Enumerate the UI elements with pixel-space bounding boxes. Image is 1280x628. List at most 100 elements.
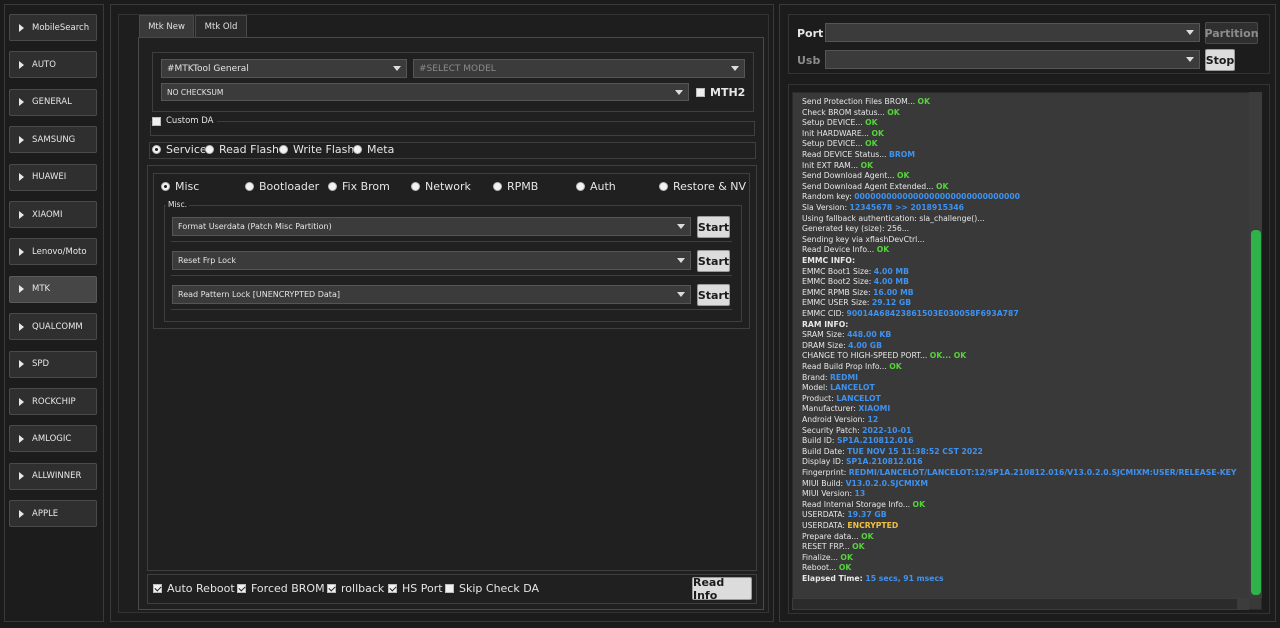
model-select[interactable]: #SELECT MODEL [413,59,745,78]
chevron-down-icon [1186,57,1194,62]
mth2-check[interactable] [696,88,705,97]
function-bootloader-radio[interactable]: Bootloader [245,180,319,193]
log-value: 90014A68423861503E030058F693A787 [846,309,1019,318]
port-select[interactable] [825,23,1200,42]
sidebar-item-lenovo-moto[interactable]: Lenovo/Moto [9,238,97,266]
log-value: 13 [854,489,866,499]
radio-button[interactable] [245,182,254,191]
sidebar-item-huawei[interactable]: HUAWEI [9,163,97,191]
log-console[interactable]: Send Protection Files BROM... OK Check BR… [792,92,1262,610]
custom-da-checkbox[interactable]: Custom DA [152,116,218,126]
log-value: 4.00 GB [848,340,882,350]
sidebar-item-allwinner[interactable]: ALLWINNER [9,462,97,490]
caret-right-icon [19,472,24,481]
sidebar-item-samsung[interactable]: SAMSUNG [9,126,97,154]
checkbox[interactable] [237,584,246,593]
radio-button[interactable] [205,145,214,154]
log-line: CHANGE TO HIGH-SPEED PORT... OK... OK [802,351,966,362]
radio-button[interactable] [152,145,161,154]
sidebar-item-rockchip[interactable]: ROCKCHIP [9,388,97,415]
checkbox[interactable] [388,584,397,593]
option-skip-check-da-checkbox[interactable]: Skip Check DA [445,582,539,595]
tool-select[interactable]: #MTKTool General [161,59,407,78]
function-label: RPMB [507,180,539,193]
log-hscroll-thumb[interactable] [793,599,1237,609]
custom-da-check[interactable] [152,116,161,126]
log-scroll-thumb[interactable] [1251,230,1261,595]
function-auth-radio[interactable]: Auth [576,180,616,193]
radio-button[interactable] [328,182,337,191]
sidebar-item-amlogic[interactable]: AMLOGIC [9,425,97,453]
read-info-button[interactable]: Read Info [692,576,752,602]
log-message: CHANGE TO HIGH-SPEED PORT... [802,351,930,361]
option-label: Auto Reboot [167,582,235,595]
mode-meta-radio[interactable]: Meta [353,143,397,156]
sidebar-item-apple[interactable]: APPLE [9,500,97,528]
misc-function-select[interactable]: Format Userdata (Patch Misc Partition) [172,217,691,236]
log-value: OK [871,128,884,138]
log-line: Finalize... OK [802,553,853,564]
misc-group-label: Misc. [166,200,189,209]
radio-button[interactable] [659,182,668,191]
checksum-select[interactable]: NO CHECKSUM [161,83,689,101]
tab-mtk-new[interactable]: Mtk New [139,15,194,38]
misc-function-select[interactable]: Reset Frp Lock [172,251,691,270]
sidebar-item-general[interactable]: GENERAL [9,88,97,116]
chevron-down-icon [393,66,401,71]
log-value: 0000000000000000000000000000000 [854,192,1021,202]
log-value: OK [917,97,931,106]
log-line: Model: LANCELOT [802,383,875,394]
option-rollback-checkbox[interactable]: rollback [327,582,384,595]
log-value: 4.00 MB [873,277,909,287]
function-rpmb-radio[interactable]: RPMB [493,180,538,193]
radio-button[interactable] [161,182,170,191]
radio-button[interactable] [576,182,585,191]
option-auto-reboot-checkbox[interactable]: Auto Reboot [153,582,235,595]
radio-button[interactable] [353,145,362,154]
mode-service-radio[interactable]: Service [152,143,209,156]
checkbox[interactable] [153,584,162,593]
usb-select[interactable] [825,50,1200,69]
function-restore-nv-radio[interactable]: Restore & NV [659,180,746,193]
log-line: Setup DEVICE... OK [802,139,878,150]
start-button[interactable]: Start [697,216,730,238]
function-misc-radio[interactable]: Misc [161,180,199,193]
port-label: Port [797,27,824,40]
partition-button[interactable]: Partition [1204,22,1259,44]
mode-read-flash-radio[interactable]: Read Flash [205,143,281,156]
log-line: Product: LANCELOT [802,394,881,405]
start-button[interactable]: Start [697,284,730,306]
sidebar-item-spd[interactable]: SPD [9,350,97,378]
stop-button[interactable]: Stop [1205,49,1235,71]
option-forced-brom-checkbox[interactable]: Forced BROM [237,582,325,595]
mode-write-flash-radio[interactable]: Write Flash [279,143,357,156]
mth2-checkbox[interactable]: MTH2 [696,86,745,99]
log-message: EMMC Boot2 Size: [802,277,874,287]
caret-right-icon [19,509,24,518]
start-button[interactable]: Start [697,250,730,272]
checkbox[interactable] [445,584,454,593]
option-hs-port-checkbox[interactable]: HS Port [388,582,443,595]
log-line: USERDATA: ENCRYPTED [802,521,898,532]
log-message: USERDATA: [802,510,848,520]
radio-button[interactable] [411,182,420,191]
checkbox[interactable] [327,584,336,593]
sidebar-item-qualcomm[interactable]: QUALCOMM [9,313,97,341]
misc-function-select[interactable]: Read Pattern Lock [UNENCRYPTED Data] [172,285,691,304]
caret-right-icon [19,98,24,107]
radio-button[interactable] [493,182,502,191]
sidebar-item-mobilesearch[interactable]: MobileSearch [9,14,97,41]
sidebar-item-mtk[interactable]: MTK [9,275,97,303]
log-message: Send Download Agent Extended... [802,181,936,191]
sidebar-item-label: AMLOGIC [32,433,72,444]
log-message: Check BROM status... [802,107,888,117]
sidebar-item-xiaomi[interactable]: XIAOMI [9,201,97,228]
tab-mtk-old[interactable]: Mtk Old [195,15,247,38]
function-fix-brom-radio[interactable]: Fix Brom [328,180,390,193]
log-message: Read Build Prop Info... [802,362,890,371]
radio-button[interactable] [279,145,288,154]
log-value: LANCELOT [830,383,875,393]
function-network-radio[interactable]: Network [411,180,471,193]
custom-da-group [150,121,755,136]
sidebar-item-auto[interactable]: AUTO [9,51,97,79]
